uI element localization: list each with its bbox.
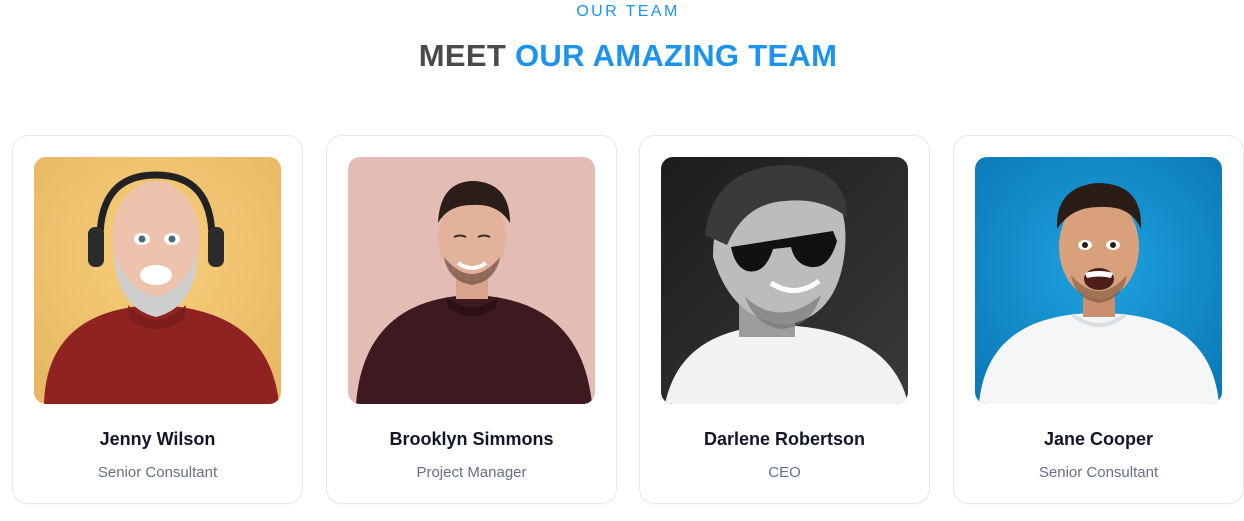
team-member-role: Senior Consultant	[97, 464, 218, 481]
team-member-role: CEO	[768, 464, 801, 481]
team-member-name: Brooklyn Simmons	[389, 429, 554, 449]
team-card[interactable]: Jane Cooper Senior Consultant	[953, 135, 1244, 504]
heading-accent: OUR AMAZING TEAM	[515, 38, 838, 73]
team-member-role: Senior Consultant	[1038, 464, 1159, 481]
section-heading: MEET OUR AMAZING TEAM	[0, 38, 1244, 74]
team-card[interactable]: Brooklyn Simmons Project Manager	[326, 135, 617, 504]
section-eyebrow: OUR TEAM	[576, 3, 680, 20]
team-member-photo-image	[975, 157, 1222, 404]
team-card[interactable]: Darlene Robertson CEO	[639, 135, 930, 504]
team-member-role: Project Manager	[416, 464, 527, 481]
team-member-photo	[34, 157, 281, 404]
heading-prefix: MEET	[418, 38, 507, 73]
team-member-name: Jenny Wilson	[99, 429, 216, 449]
team-member-photo-image	[661, 157, 908, 404]
team-grid: Jenny Wilson Senior Consultant Brooklyn …	[12, 135, 1244, 504]
team-member-photo	[661, 157, 908, 404]
team-member-photo-image	[34, 157, 281, 404]
team-member-name: Jane Cooper	[1043, 429, 1154, 449]
team-member-photo	[348, 157, 595, 404]
team-member-photo	[975, 157, 1222, 404]
team-member-name: Darlene Robertson	[703, 429, 866, 449]
team-member-photo-image	[348, 157, 595, 404]
team-card[interactable]: Jenny Wilson Senior Consultant	[12, 135, 303, 504]
